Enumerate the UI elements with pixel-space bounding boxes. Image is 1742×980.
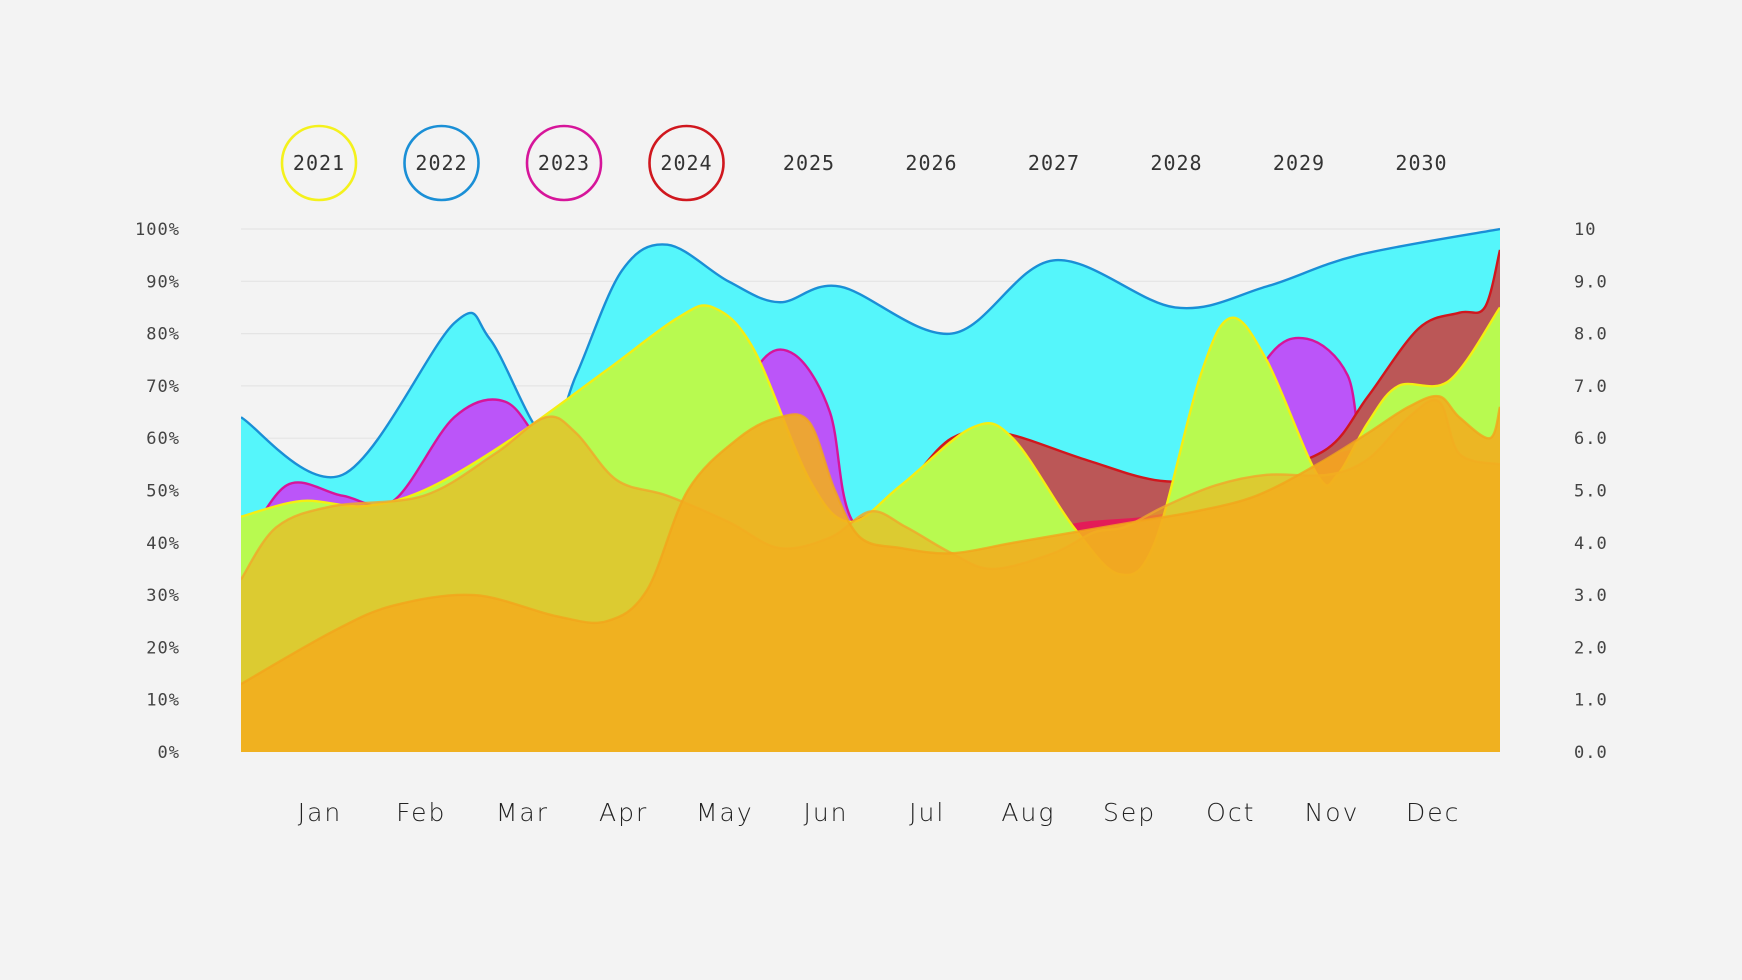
legend-label: 2023 bbox=[538, 151, 590, 175]
legend-label: 2028 bbox=[1150, 151, 1202, 175]
legend-label: 2026 bbox=[905, 151, 957, 175]
x-tick-label: May bbox=[696, 798, 754, 827]
y-right-tick-label: 9.0 bbox=[1574, 272, 1608, 292]
y-right-tick-label: 5.0 bbox=[1574, 482, 1608, 502]
legend-item-2029[interactable]: 2029 bbox=[1273, 151, 1325, 175]
y-left-tick-label: 60% bbox=[146, 429, 180, 449]
y-right-tick-label: 10 bbox=[1574, 220, 1596, 240]
x-tick-label: Jan bbox=[298, 798, 343, 827]
y-left-tick-label: 90% bbox=[146, 272, 180, 292]
x-tick-label: Jul bbox=[909, 798, 945, 827]
legend-label: 2022 bbox=[415, 151, 467, 175]
y-right-tick-label: 7.0 bbox=[1574, 377, 1608, 397]
x-tick-label: Oct bbox=[1206, 798, 1255, 827]
y-left-tick-label: 70% bbox=[146, 377, 180, 397]
legend-label: 2030 bbox=[1395, 151, 1447, 175]
y-right-tick-label: 4.0 bbox=[1574, 534, 1608, 554]
legend-item-2028[interactable]: 2028 bbox=[1150, 151, 1202, 175]
x-tick-label: Sep bbox=[1103, 798, 1156, 827]
x-tick-label: Aug bbox=[1001, 798, 1055, 827]
legend-label: 2024 bbox=[660, 151, 712, 175]
y-left-tick-label: 30% bbox=[146, 586, 180, 606]
x-tick-label: Jun bbox=[803, 798, 848, 827]
legend-label: 2027 bbox=[1028, 151, 1080, 175]
legend-item-2026[interactable]: 2026 bbox=[905, 151, 957, 175]
y-left-tick-label: 50% bbox=[146, 482, 180, 502]
y-right-tick-label: 2.0 bbox=[1574, 638, 1608, 658]
x-tick-label: Apr bbox=[599, 798, 648, 827]
legend-label: 2025 bbox=[783, 151, 835, 175]
y-left-tick-label: 100% bbox=[135, 220, 180, 240]
y-right-tick-label: 0.0 bbox=[1574, 743, 1608, 763]
x-tick-label: Dec bbox=[1406, 798, 1460, 827]
y-right-tick-label: 3.0 bbox=[1574, 586, 1608, 606]
y-right-tick-label: 1.0 bbox=[1574, 691, 1608, 711]
y-left-tick-label: 20% bbox=[146, 638, 180, 658]
x-tick-label: Nov bbox=[1305, 798, 1360, 827]
legend-item-2030[interactable]: 2030 bbox=[1395, 151, 1447, 175]
area-chart: 0% 10% 20% 30% 40% 50% 60% 70% 80% 90% 100% 0.0 1.0… bbox=[0, 0, 1742, 980]
legend-label: 2029 bbox=[1273, 151, 1325, 175]
y-right-tick-label: 8.0 bbox=[1574, 325, 1608, 345]
legend-item-2027[interactable]: 2027 bbox=[1028, 151, 1080, 175]
legend-item-2025[interactable]: 2025 bbox=[783, 151, 835, 175]
y-right-tick-label: 6.0 bbox=[1574, 429, 1608, 449]
x-tick-label: Feb bbox=[396, 798, 446, 827]
legend-label: 2021 bbox=[293, 151, 345, 175]
x-tick-label: Mar bbox=[496, 798, 549, 827]
y-left-tick-label: 0% bbox=[158, 743, 180, 763]
y-left-tick-label: 80% bbox=[146, 325, 180, 345]
y-left-tick-label: 10% bbox=[146, 691, 180, 711]
y-left-tick-label: 40% bbox=[146, 534, 180, 554]
